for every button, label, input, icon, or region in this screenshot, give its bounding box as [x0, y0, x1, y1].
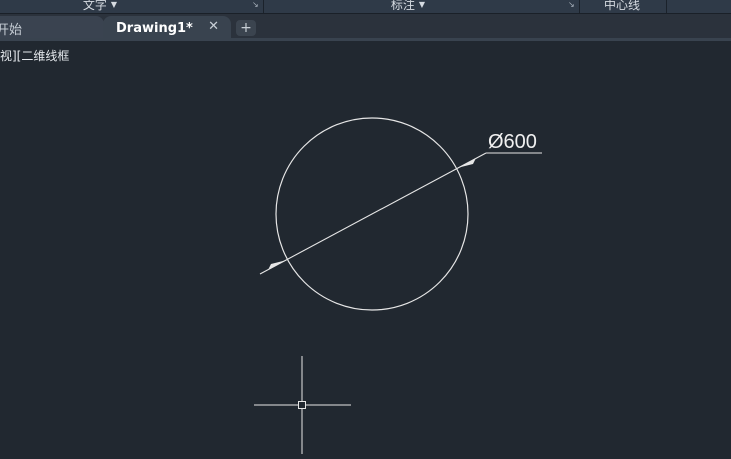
diameter-dimension-line[interactable]	[259, 152, 487, 275]
panel-separator	[579, 0, 580, 13]
file-tab-bar: 开始 Drawing1* ✕ +	[0, 14, 731, 40]
tab-drawing1-label: Drawing1*	[116, 20, 193, 36]
close-icon[interactable]: ✕	[208, 19, 219, 34]
tab-drawing1[interactable]: Drawing1* ✕	[103, 16, 231, 40]
panel-separator	[666, 0, 667, 13]
crosshair-pickbox	[298, 401, 306, 409]
panel-separator	[263, 0, 264, 13]
tab-start-label: 开始	[0, 22, 23, 38]
new-tab-plus-icon[interactable]: +	[236, 20, 256, 36]
ribbon-panel-labels: 文字 ▼ ↘ 标注 ▼ ↘ 中心线	[0, 0, 731, 14]
model-space-svg: Ø600	[254, 117, 542, 454]
drawing-canvas[interactable]: Ø600	[0, 42, 731, 459]
caret-down-icon: ▼	[418, 0, 426, 9]
dialog-launcher-icon[interactable]: ↘	[252, 0, 259, 10]
dimension-text[interactable]: Ø600	[488, 131, 537, 153]
ribbon-panel-centerline-label: 中心线	[603, 0, 640, 12]
viewport-controls[interactable]: 视][二维线框	[0, 47, 69, 64]
ribbon-panel-annotation[interactable]: 标注 ▼	[368, 0, 448, 13]
ribbon-panel-annotation-label: 标注	[390, 0, 415, 12]
ribbon-panel-text-label: 文字	[82, 0, 107, 12]
dialog-launcher-icon[interactable]: ↘	[568, 0, 575, 10]
ribbon-panel-text[interactable]: 文字 ▼	[60, 0, 140, 13]
ribbon-panel-centerline[interactable]: 中心线	[590, 0, 654, 13]
caret-down-icon: ▼	[110, 0, 118, 9]
cad-application: 文字 ▼ ↘ 标注 ▼ ↘ 中心线 开始 Drawing1* ✕ + Ø600 …	[0, 0, 731, 459]
tab-underline	[0, 38, 731, 41]
tab-start[interactable]: 开始	[0, 16, 104, 40]
